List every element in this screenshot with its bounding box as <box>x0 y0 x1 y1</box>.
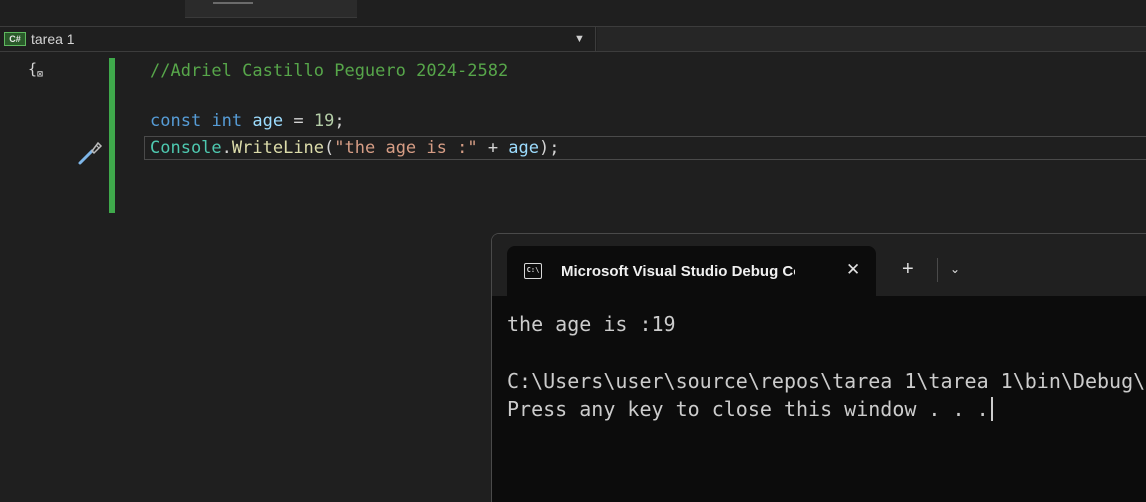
console-title-bar[interactable]: C:\ Microsoft Visual Studio Debug Consol… <box>492 234 1146 296</box>
string-literal: "the age is :" <box>334 138 478 158</box>
navigation-bar: C# tarea 1 ▼ <box>0 26 1146 52</box>
document-tab[interactable] <box>185 0 357 18</box>
code-line-3: const int age = 19; <box>150 108 345 134</box>
console-output-line: the age is :19 <box>507 312 676 336</box>
console-tab-title: Microsoft Visual Studio Debug Console <box>561 263 795 280</box>
console-output-line: C:\Users\user\source\repos\tarea 1\tarea… <box>507 369 1146 393</box>
csharp-project-icon: C# <box>4 32 26 46</box>
project-dropdown[interactable]: C# tarea 1 ▼ <box>0 27 596 51</box>
project-name: tarea 1 <box>31 31 75 47</box>
text-cursor <box>990 397 993 421</box>
code-content: //Adriel Castillo Peguero 2024-2582 cons… <box>150 53 560 158</box>
semicolon: ; <box>334 111 345 131</box>
console-tab[interactable]: C:\ Microsoft Visual Studio Debug Consol… <box>507 246 876 296</box>
paren-close: ); <box>539 138 560 158</box>
tab-divider <box>937 258 938 282</box>
code-comment: //Adriel Castillo Peguero 2024-2582 <box>150 61 509 81</box>
document-tab-strip <box>0 0 1146 22</box>
operator-plus: + <box>477 138 509 158</box>
quick-actions-brush-icon[interactable] <box>76 139 104 167</box>
change-tracking-bar <box>109 58 115 213</box>
close-tab-icon[interactable]: ✕ <box>846 260 860 280</box>
method-writeline: WriteLine <box>231 138 325 158</box>
keyword-int: int <box>211 111 243 131</box>
member-dropdown[interactable] <box>597 27 1146 51</box>
document-tab-label <box>213 0 253 4</box>
operator-assign: = <box>293 111 304 131</box>
member-dot: . <box>221 138 232 158</box>
new-tab-button[interactable]: + <box>902 259 914 279</box>
number-literal: 19 <box>313 111 335 131</box>
variable-age: age <box>252 111 284 131</box>
console-output[interactable]: the age is :19 C:\Users\user\source\repo… <box>507 296 1146 502</box>
console-prompt-text: Press any key to close this window . . . <box>507 397 989 421</box>
class-console: Console <box>150 138 222 158</box>
keyword-const: const <box>150 111 202 131</box>
terminal-icon: C:\ <box>524 263 542 279</box>
code-line-1: //Adriel Castillo Peguero 2024-2582 <box>150 58 508 84</box>
chevron-down-icon[interactable]: ▼ <box>574 31 585 47</box>
scope-icon[interactable]: {⊠ <box>28 61 43 83</box>
debug-console-window[interactable]: C:\ Microsoft Visual Studio Debug Consol… <box>491 233 1146 502</box>
code-line-4: Console.WriteLine("the age is :" + age); <box>150 135 560 161</box>
console-output-line: Press any key to close this window . . . <box>507 395 993 423</box>
variable-age-ref: age <box>508 138 540 158</box>
paren-open: ( <box>324 138 335 158</box>
chevron-down-icon[interactable]: ⌄ <box>950 261 960 277</box>
